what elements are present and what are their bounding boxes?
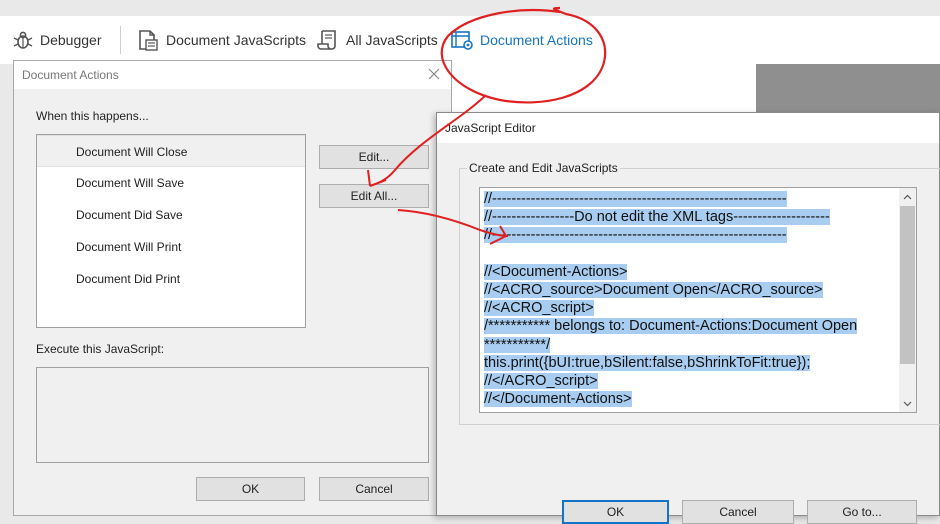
toolbar-debugger-label: Debugger [40,32,102,48]
toolbar-all-javascripts-label: All JavaScripts [346,32,438,48]
code-line-text: //<ACRO_source>Document Open</ACRO_sourc… [484,281,823,298]
edit-all-button[interactable]: Edit All... [319,184,429,208]
toolbar-separator [120,26,121,54]
code-line-text: //<Document-Actions> [484,263,628,280]
javascript-editor-dialog: JavaScript Editor Create and Edit JavaSc… [436,112,940,524]
code-line-text: //</Document-Actions> [484,391,632,408]
javascript-editor-title: JavaScript Editor [445,121,536,135]
code-line-text: this.print({bUI:true,bSilent:false,bShri… [484,354,811,371]
code-line-text: ***********/ [484,336,551,353]
ok-button[interactable]: OK [196,477,305,501]
cancel-button[interactable]: Cancel [682,500,794,524]
document-actions-title: Document Actions [22,68,119,82]
code-line[interactable]: //</ACRO_script> [484,372,894,390]
code-line-text: /*********** belongs to: Document-Action… [484,318,858,335]
list-item[interactable]: Document Will Print [37,231,305,263]
code-line-text: //-----------------Do not edit the XML t… [484,209,830,226]
bug-icon [12,29,34,51]
goto-button[interactable]: Go to... [807,500,917,524]
events-listbox[interactable]: Document Will Close Document Will Save D… [36,134,306,328]
code-line[interactable]: this.print({bUI:true,bSilent:false,bShri… [484,354,894,372]
code-line[interactable]: //<Document-Actions> [484,263,894,281]
edit-button[interactable]: Edit... [319,145,429,169]
code-content[interactable]: //--------------------------------------… [484,190,894,408]
toolbar-document-javascripts-label: Document JavaScripts [166,32,307,48]
code-line[interactable]: //--------------------------------------… [484,226,894,244]
list-item[interactable]: Document Did Save [37,199,305,231]
document-script-icon [136,28,160,52]
javascript-editor-titlebar: JavaScript Editor [437,113,939,143]
scroll-up-icon[interactable] [899,188,916,205]
code-line[interactable]: ***********/ [484,336,894,354]
when-label: When this happens... [36,109,149,123]
toolbar: Debugger Document JavaScripts All JavaSc… [0,16,940,64]
code-editor[interactable]: //--------------------------------------… [479,187,917,413]
code-line-text: //--------------------------------------… [484,191,787,207]
code-line[interactable] [484,245,894,263]
editor-scrollbar[interactable] [899,188,916,412]
code-line[interactable]: //<ACRO_source>Document Open</ACRO_sourc… [484,281,894,299]
code-line[interactable]: /*********** belongs to: Document-Action… [484,317,894,335]
execute-script-textarea[interactable] [36,367,429,463]
cancel-button[interactable]: Cancel [319,477,429,501]
toolbar-document-actions-label: Document Actions [480,32,593,48]
scroll-script-icon [316,28,340,52]
list-item[interactable]: Document Will Save [37,167,305,199]
code-line[interactable]: //</Document-Actions> [484,390,894,408]
code-line-text: //</ACRO_script> [484,372,598,389]
document-actions-dialog: Document Actions When this happens... Do… [13,60,452,516]
scroll-thumb[interactable] [900,206,915,364]
editor-group-label: Create and Edit JavaScripts [467,161,620,175]
document-actions-titlebar: Document Actions [14,61,451,89]
code-line-text: //<ACRO_script> [484,300,594,317]
list-item[interactable]: Document Will Close [37,135,305,167]
code-line[interactable]: //-----------------Do not edit the XML t… [484,208,894,226]
toolbar-debugger[interactable]: Debugger [12,16,102,64]
execute-label: Execute this JavaScript: [36,342,165,356]
list-item[interactable]: Document Did Print [37,263,305,295]
toolbar-document-javascripts[interactable]: Document JavaScripts [136,16,306,64]
toolbar-document-actions[interactable]: Document Actions [450,16,593,64]
code-line[interactable]: //<ACRO_script> [484,299,894,317]
code-line-text: //--------------------------------------… [484,227,787,244]
code-line[interactable]: //--------------------------------------… [484,190,894,208]
toolbar-all-javascripts[interactable]: All JavaScripts [316,16,438,64]
document-gear-icon [450,28,474,52]
scroll-down-icon[interactable] [899,395,916,412]
close-icon[interactable] [427,67,441,81]
ok-button[interactable]: OK [562,500,669,524]
